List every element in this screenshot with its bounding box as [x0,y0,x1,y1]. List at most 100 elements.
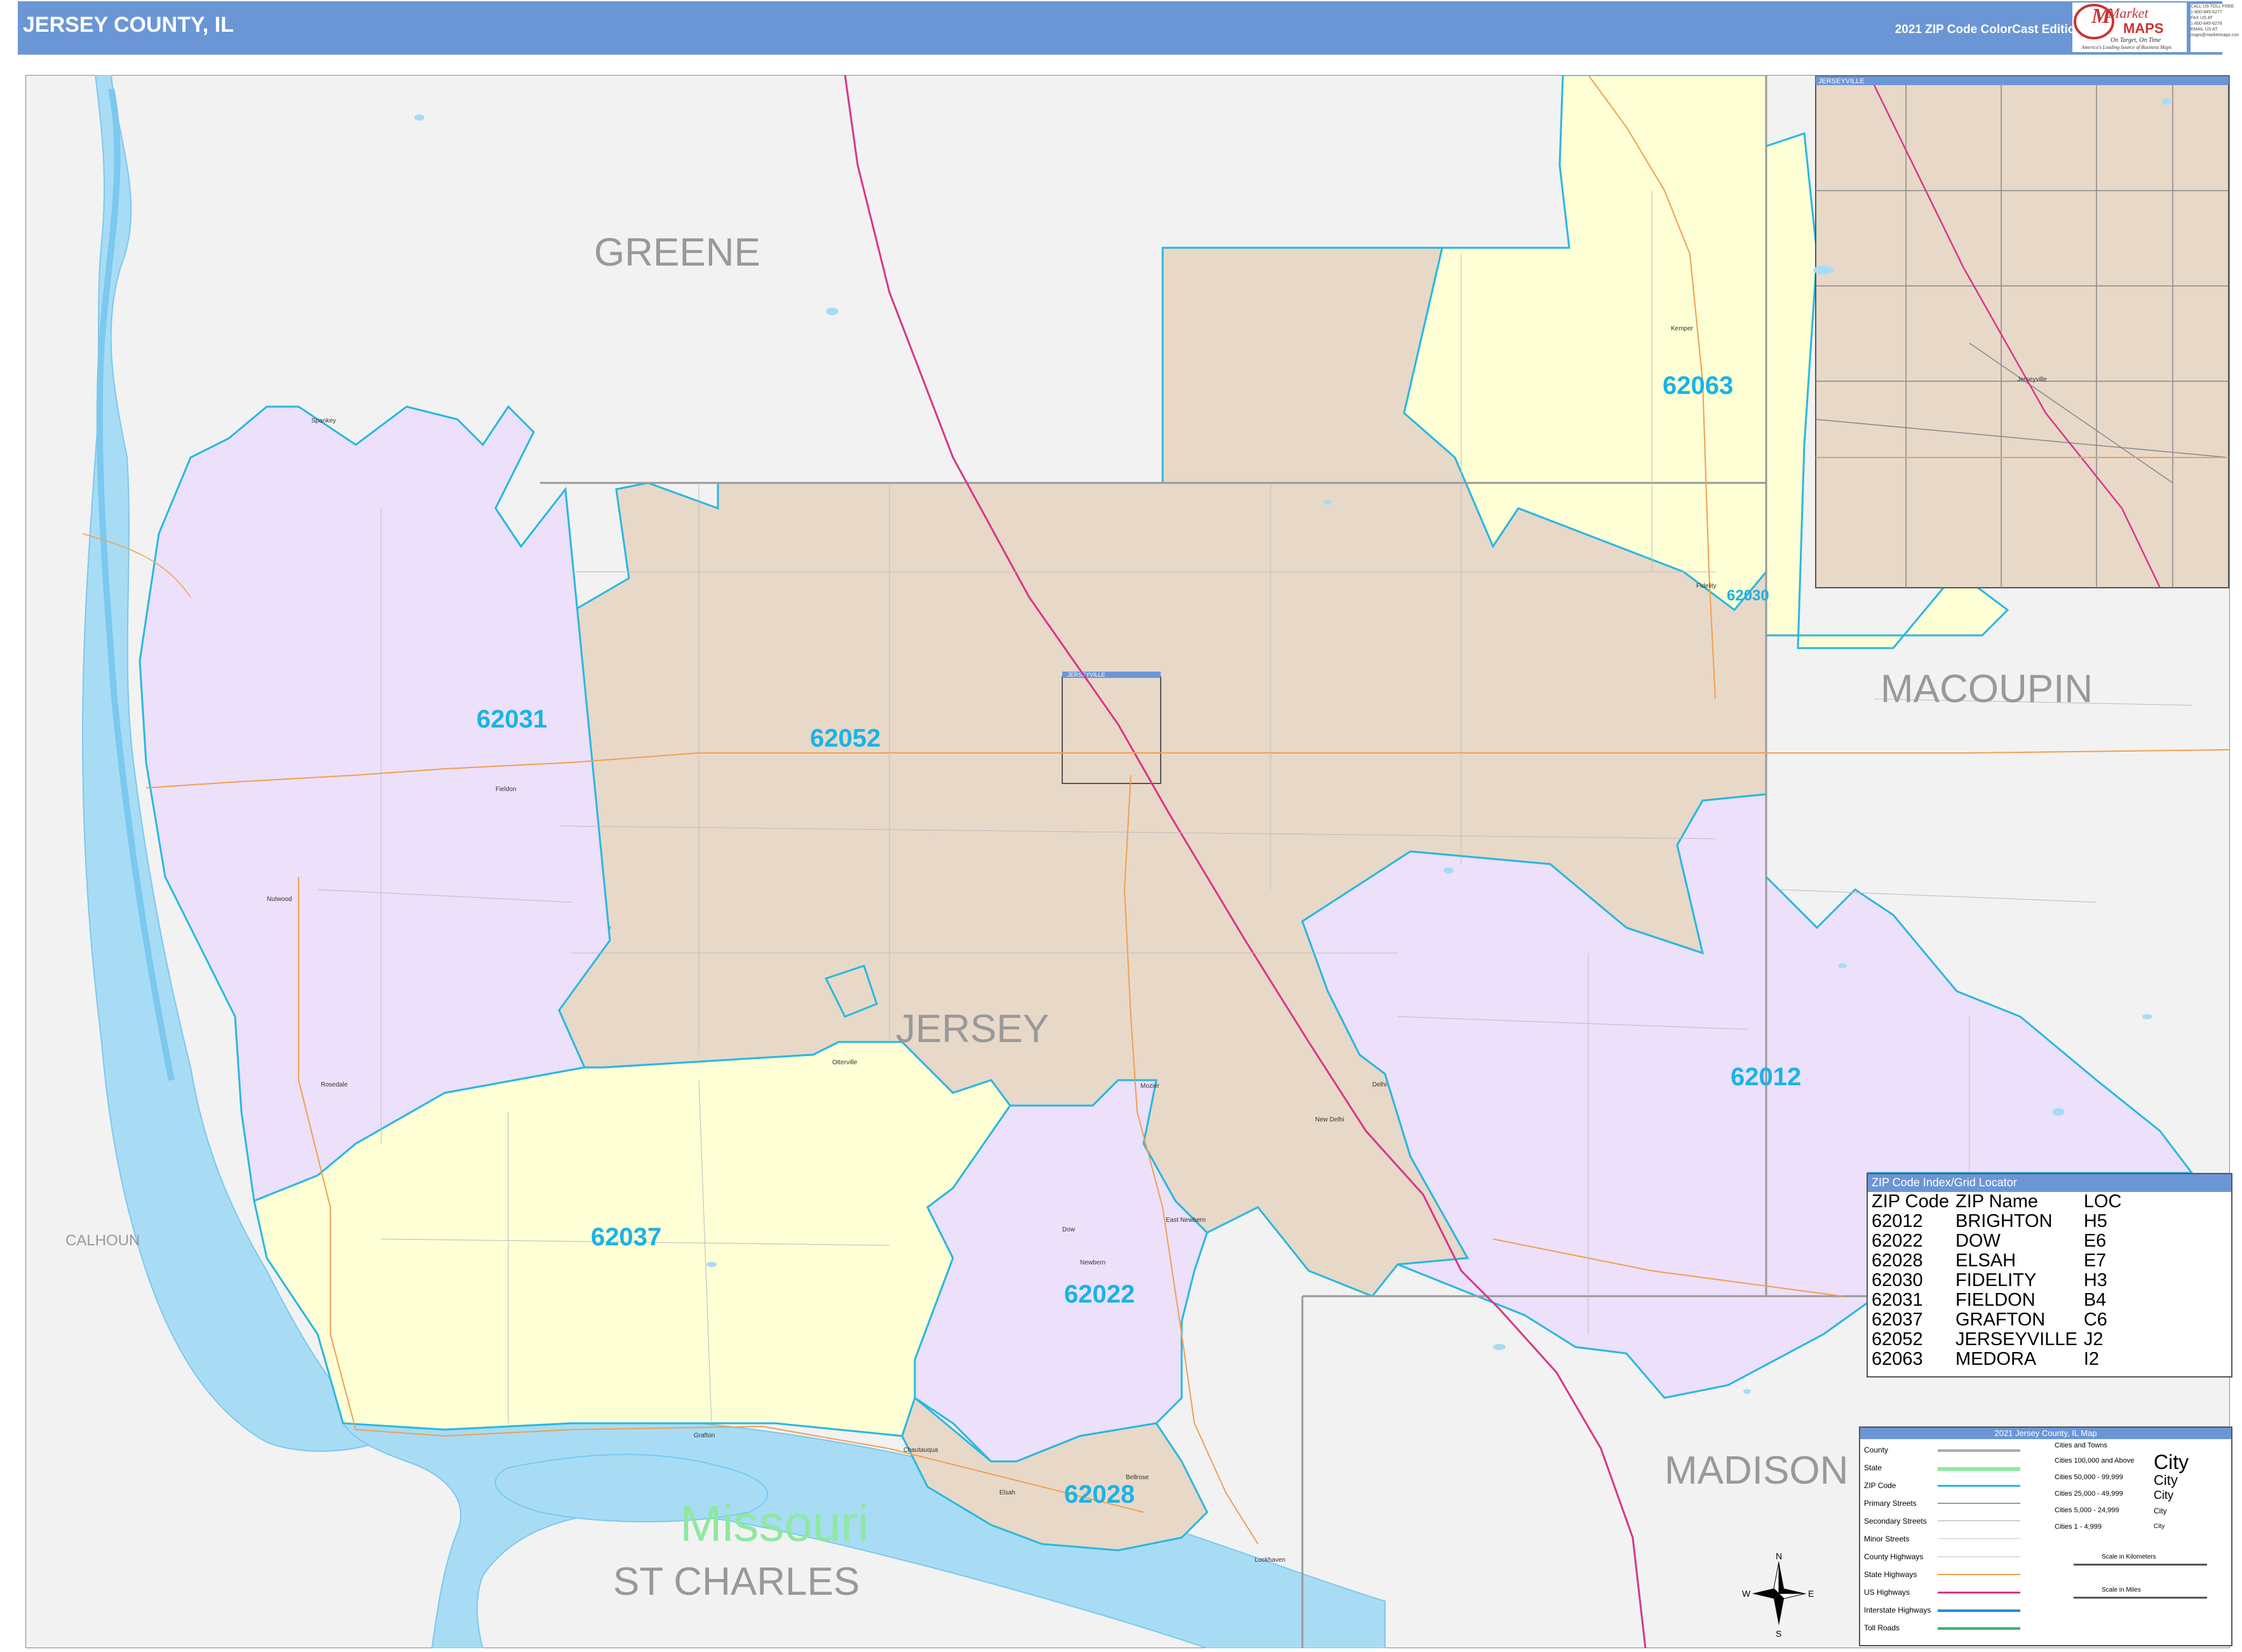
map-legend: 2021 Jersey County, IL Map County State … [1859,1426,2232,1646]
compass-rose-icon: N S W E [1742,1551,1814,1639]
zip-label-62052: 62052 [810,724,881,752]
column-header: ZIP Code [1872,1191,1949,1212]
place-label: Dow [1062,1226,1076,1233]
place-label: Rosedale [321,1081,348,1088]
legend-item: Interstate Highways [1864,1606,1931,1615]
svg-text:MAPS: MAPS [2123,20,2164,36]
map-title: JERSEY COUNTY, IL [23,13,234,37]
legend-item: State [1864,1463,1882,1472]
zip-label-62028: 62028 [1064,1480,1135,1508]
legend-swatch-zip [1938,1485,2020,1487]
table-row: 62030 FIDELITY H3 [1872,1270,2107,1290]
legend-city-symbol: City [2154,1489,2173,1501]
svg-text:N: N [1776,1551,1782,1561]
legend-item: State Highways [1864,1570,1917,1579]
legend-city-size: Cities 1 - 4,999 [2055,1523,2102,1531]
scale-km-label: Scale in Kilometers [2102,1554,2156,1561]
place-label: Kemper [1671,325,1694,332]
county-label-madison: MADISON [1665,1449,1848,1493]
place-label: New Delhi [1315,1116,1344,1123]
county-label-st-charles: ST CHARLES [613,1560,860,1604]
place-label: Mozier [1140,1083,1160,1090]
legend-city-size: Cities 100,000 and Above [2055,1457,2135,1465]
place-label: Elsah [999,1489,1015,1496]
svg-text:Jerseyville: Jerseyville [2017,376,2047,383]
place-label: Fidelity [1696,583,1717,590]
legend-title: 2021 Jersey County, IL Map [1860,1428,2231,1439]
zip-code-index: ZIP Code Index/Grid Locator ZIP Code ZIP… [1867,1173,2232,1378]
table-row: 62037 GRAFTON C6 [1872,1310,2107,1330]
legend-swatch-interstate [1938,1609,2020,1612]
legend-city-size: Cities 25,000 - 49,999 [2055,1490,2123,1498]
place-label: East Newbern [1166,1217,1206,1224]
place-label: Spankey [311,417,336,424]
zip-label-62012: 62012 [1731,1063,1801,1091]
svg-text:JERSEYVILLE: JERSEYVILLE [1818,78,1865,85]
legend-swatch-toll [1938,1627,2020,1630]
legend-cities-title: Cities and Towns [2055,1442,2107,1449]
table-row: 62052 JERSEYVILLE J2 [1872,1329,2104,1350]
table-row: 62028 ELSAH E7 [1872,1250,2107,1271]
legend-swatch-minor [1938,1538,2020,1539]
svg-text:S: S [1776,1628,1781,1639]
svg-text:Market: Market [2107,5,2149,21]
place-label: Chautauqua [903,1447,938,1454]
table-header-row: ZIP Code ZIP Name LOC [1869,1192,2125,1212]
state-label-missouri: Missouri [680,1495,869,1552]
legend-city-size: Cities 5,000 - 24,999 [2055,1506,2119,1514]
legend-item: Toll Roads [1864,1623,1900,1632]
edition-label: 2021 ZIP Code ColorCast Edition [1894,23,2083,36]
legend-swatch-state-hwy [1938,1574,2020,1575]
contact-info: CALL US TOLL FREE 1-800-845-6277 FAX US … [2191,4,2239,52]
legend-item: County [1864,1446,1889,1454]
jerseyville-inset-map: JERSEYVILLE Jerseyville [1813,76,2229,588]
zip-label-62022: 62022 [1064,1280,1135,1308]
place-label: Newbern [1080,1259,1105,1266]
legend-city-symbol: City [2154,1472,2178,1488]
place-label: Delhi [1372,1081,1387,1088]
scale-km-bar [2074,1564,2207,1566]
county-label-jersey: JERSEY [896,1007,1049,1051]
table-row: 62063 MEDORA I2 [1872,1349,2099,1369]
legend-city-symbol: City [2154,1451,2189,1473]
place-label: Bellrose [1126,1474,1149,1481]
zip-label-62031: 62031 [476,705,547,733]
county-label-greene: GREENE [594,231,760,274]
legend-item: Secondary Streets [1864,1517,1927,1526]
legend-city-symbol: City [2154,1523,2165,1530]
legend-city-size: Cities 50,000 - 99,999 [2055,1473,2123,1481]
svg-text:On Target, On Time: On Target, On Time [2110,37,2161,44]
county-label-macoupin: MACOUPIN [1881,667,2093,711]
legend-swatch-state [1938,1467,2020,1471]
svg-text:E: E [1808,1588,1814,1599]
market-maps-logo: M Market MAPS On Target, On Time America… [2072,3,2187,52]
place-label: Lockhaven [1255,1557,1285,1564]
legend-swatch-county-hwy [1938,1556,2020,1557]
place-label: Otterville [832,1059,858,1066]
legend-item: ZIP Code [1864,1481,1896,1490]
scale-mi-label: Scale in Miles [2102,1587,2141,1594]
place-label: Nutwood [267,896,292,903]
county-label-calhoun: CALHOUN [65,1232,140,1249]
svg-text:JERSEYVILLE: JERSEYVILLE [1067,672,1105,678]
legend-swatch-secondary [1938,1520,2020,1521]
place-label: Grafton [694,1432,715,1439]
legend-item: Primary Streets [1864,1499,1917,1508]
legend-swatch-primary [1938,1503,2020,1504]
svg-text:W: W [1742,1588,1751,1599]
zip-index-title: ZIP Code Index/Grid Locator [1868,1174,2231,1192]
zip-label-62063: 62063 [1663,372,1733,400]
column-header: LOC [2083,1191,2122,1212]
legend-swatch-us-hwy [1938,1592,2020,1594]
legend-item: Minor Streets [1864,1534,1910,1543]
column-header: ZIP Name [1955,1191,2038,1212]
svg-text:America's Leading Source of Bu: America's Leading Source of Business Map… [2081,44,2171,50]
zip-index-table: ZIP Code ZIP Name LOC 62012 BRIGHTON H5 62… [1869,1192,2125,1369]
legend-item: US Highways [1864,1588,1910,1597]
place-label: Fieldon [496,786,517,793]
county-map: A B C D E F G H I 1 2 3 4 5 6 7 [25,75,2230,1648]
table-row: 62012 BRIGHTON H5 [1872,1211,2107,1231]
zip-label-62030: 62030 [1727,587,1769,604]
legend-city-symbol: City [2154,1506,2167,1515]
table-row: 62031 FIELDON B4 [1872,1290,2107,1310]
